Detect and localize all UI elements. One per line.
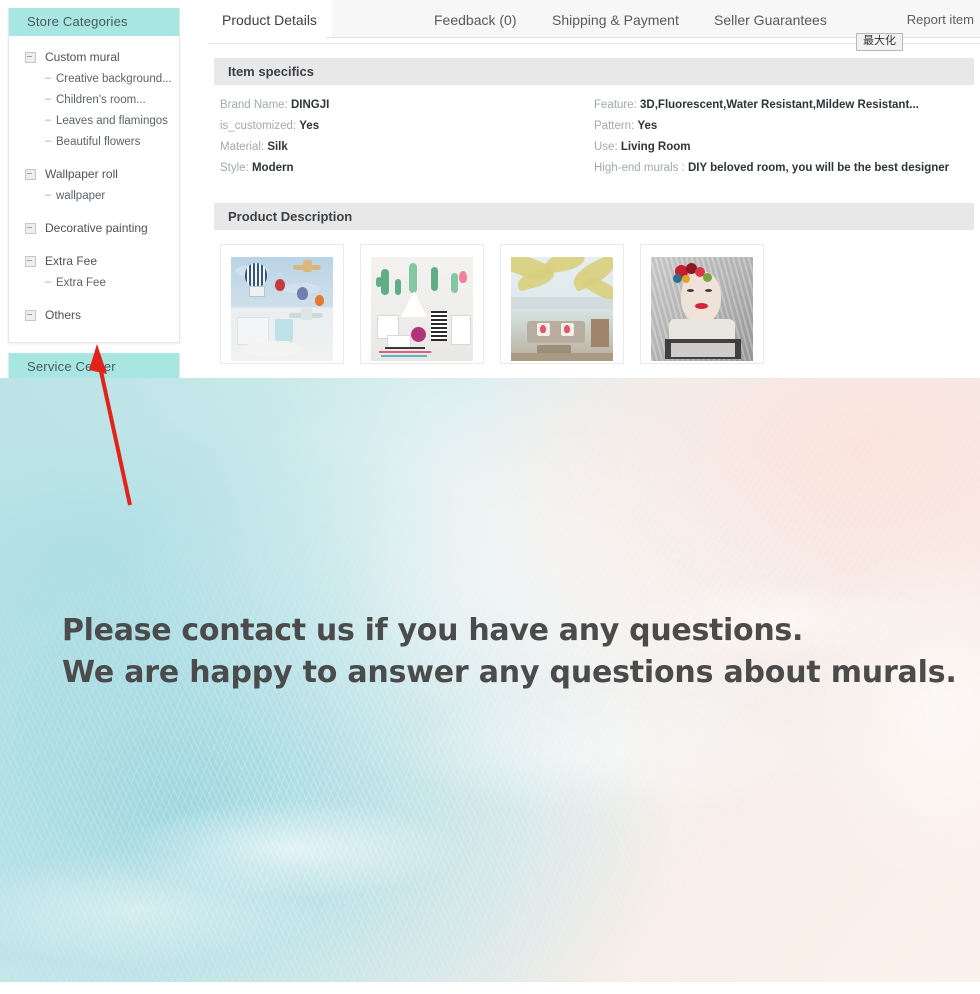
page-top-region: Store Categories Custom mural – Creative…: [0, 0, 980, 418]
category-child-label: Children's room...: [56, 93, 146, 106]
tab-feedback[interactable]: Feedback (0): [434, 0, 516, 37]
report-item-link[interactable]: Report item: [907, 0, 974, 37]
category-label: Wallpaper roll: [45, 167, 118, 181]
item-specifics-grid: Brand Name: DINGJI is_customized: Yes Ma…: [214, 85, 974, 189]
category-node-extra-fee[interactable]: Extra Fee: [9, 250, 179, 272]
dash-icon: –: [45, 189, 52, 201]
spec-row-high-end-murals: High-end murals : DIY beloved room, you …: [594, 158, 980, 179]
category-node-others[interactable]: Others: [9, 304, 179, 326]
thumbnail-kids-room-hot-air-balloon[interactable]: [220, 244, 344, 364]
spec-key: Pattern:: [594, 120, 635, 132]
service-center-title: Service Center: [9, 353, 179, 381]
tab-product-details[interactable]: Product Details: [216, 0, 332, 37]
category-label: Custom mural: [45, 50, 120, 64]
thumbnail-marilyn-monroe-pop-art[interactable]: [640, 244, 764, 364]
spec-row-use: Use: Living Room: [594, 137, 980, 158]
spec-value: Living Room: [620, 141, 691, 153]
banner-line-1: Please contact us if you have any questi…: [62, 613, 804, 648]
item-specifics-right-column: Feature: 3D,Fluorescent,Water Resistant,…: [594, 95, 980, 179]
spec-value: Modern: [251, 162, 294, 174]
tab-shipping-payment[interactable]: Shipping & Payment: [552, 0, 679, 37]
category-child-label: Extra Fee: [56, 276, 106, 289]
banner-line-2: We are happy to answer any questions abo…: [62, 655, 957, 690]
category-group-extra-fee: Extra Fee – Extra Fee: [9, 250, 179, 293]
category-group-wallpaper-roll: Wallpaper roll – wallpaper: [9, 163, 179, 206]
tab-seller-guarantees[interactable]: Seller Guarantees: [714, 0, 827, 37]
dash-icon: –: [45, 276, 52, 288]
tree-toggle-icon[interactable]: [25, 222, 36, 234]
spec-key: High-end murals :: [594, 162, 685, 174]
mural-image-kids-room: [231, 257, 333, 361]
category-group-decorative-painting: Decorative painting: [9, 217, 179, 239]
spec-value: DIY beloved room, you will be the best d…: [687, 162, 950, 174]
mural-image-palm-leaves: [511, 257, 613, 361]
item-specifics-heading: Item specifics: [214, 58, 974, 85]
spec-key: Style:: [220, 162, 249, 174]
category-node-custom-mural[interactable]: Custom mural: [9, 46, 179, 68]
spec-row-feature: Feature: 3D,Fluorescent,Water Resistant,…: [594, 95, 980, 116]
category-label: Extra Fee: [45, 254, 98, 268]
spec-key: Brand Name:: [220, 99, 288, 111]
mural-image-marilyn-monroe: [651, 257, 753, 361]
tree-toggle-icon[interactable]: [25, 51, 36, 63]
banner-message: Please contact us if you have any questi…: [62, 610, 957, 694]
spec-key: Material:: [220, 141, 265, 153]
thumbnail-nordic-cactus-pattern[interactable]: [360, 244, 484, 364]
tree-toggle-icon[interactable]: [25, 255, 36, 267]
spec-row-is-customized: is_customized: Yes: [220, 116, 580, 137]
category-child-creative-background[interactable]: – Creative background...: [9, 68, 179, 89]
spec-key: is_customized:: [220, 120, 297, 132]
category-child-beautiful-flowers[interactable]: – Beautiful flowers: [9, 131, 179, 152]
category-node-decorative-painting[interactable]: Decorative painting: [9, 217, 179, 239]
spec-row-pattern: Pattern: Yes: [594, 116, 980, 137]
category-group-others: Others: [9, 304, 179, 326]
category-group-custom-mural: Custom mural – Creative background... – …: [9, 46, 179, 152]
category-child-label: wallpaper: [56, 189, 106, 202]
dash-icon: –: [45, 135, 52, 147]
spec-value: Yes: [637, 120, 658, 132]
mural-image-cactus: [371, 257, 473, 361]
spec-row-brand-name: Brand Name: DINGJI: [220, 95, 580, 116]
tab-bar: Product Details Feedback (0) Shipping & …: [208, 0, 980, 51]
spec-key: Use:: [594, 141, 618, 153]
store-categories-panel: Store Categories Custom mural – Creative…: [8, 8, 180, 343]
spec-key: Feature:: [594, 99, 637, 111]
maximize-button[interactable]: 最大化: [856, 33, 903, 51]
product-description-thumbnails: [220, 244, 974, 364]
category-child-childrens-room[interactable]: – Children's room...: [9, 89, 179, 110]
dash-icon: –: [45, 72, 52, 84]
thumbnail-palm-leaf-beach[interactable]: [500, 244, 624, 364]
category-node-wallpaper-roll[interactable]: Wallpaper roll: [9, 163, 179, 185]
category-child-leaves-and-flamingos[interactable]: – Leaves and flamingos: [9, 110, 179, 131]
store-categories-title: Store Categories: [9, 8, 179, 36]
spec-value: Silk: [267, 141, 288, 153]
category-label: Others: [45, 308, 82, 322]
dash-icon: –: [45, 93, 52, 105]
spec-row-material: Material: Silk: [220, 137, 580, 158]
tree-toggle-icon[interactable]: [25, 309, 36, 321]
category-child-extra-fee[interactable]: – Extra Fee: [9, 272, 179, 293]
spec-value: Yes: [299, 120, 320, 132]
tree-toggle-icon[interactable]: [25, 168, 36, 180]
category-child-label: Creative background...: [56, 72, 172, 85]
product-description-heading: Product Description: [214, 203, 974, 230]
category-child-wallpaper[interactable]: – wallpaper: [9, 185, 179, 206]
main-content: Product Details Feedback (0) Shipping & …: [208, 0, 980, 364]
spec-value: DINGJI: [290, 99, 330, 111]
spec-value: 3D,Fluorescent,Water Resistant,Mildew Re…: [640, 99, 919, 111]
category-tree: Custom mural – Creative background... – …: [9, 36, 179, 342]
item-specifics-left-column: Brand Name: DINGJI is_customized: Yes Ma…: [220, 95, 580, 179]
category-label: Decorative painting: [45, 221, 148, 235]
spec-row-style: Style: Modern: [220, 158, 580, 179]
sidebar: Store Categories Custom mural – Creative…: [8, 8, 180, 418]
promotional-banner: Please contact us if you have any questi…: [0, 378, 980, 982]
dash-icon: –: [45, 114, 52, 126]
category-child-label: Beautiful flowers: [56, 135, 141, 148]
category-child-label: Leaves and flamingos: [56, 114, 168, 127]
